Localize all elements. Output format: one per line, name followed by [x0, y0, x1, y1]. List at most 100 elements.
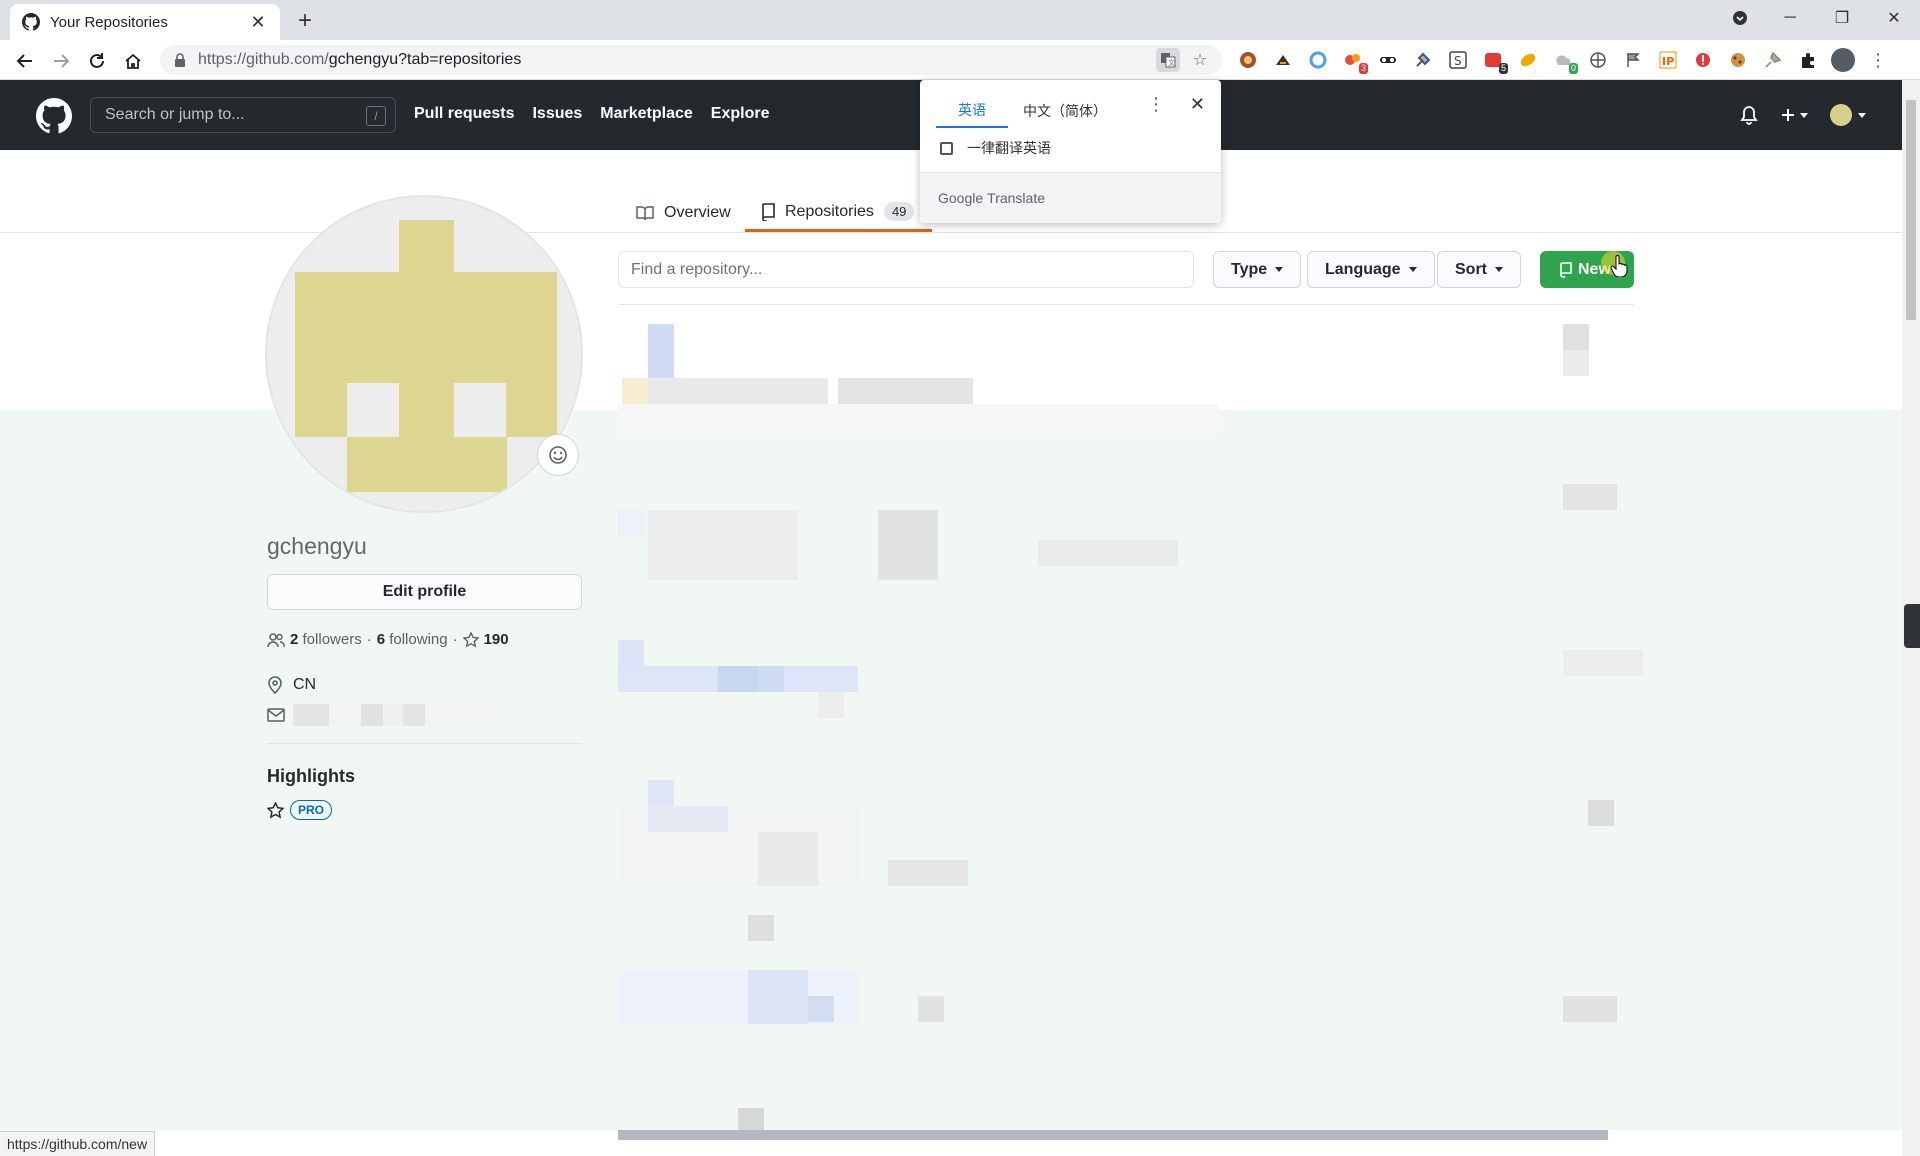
svg-text:文: 文	[1168, 58, 1175, 67]
extensions-puzzle-icon[interactable]	[1796, 48, 1820, 72]
always-translate-checkbox[interactable]	[940, 141, 953, 155]
extension-8-icon[interactable]: 5	[1481, 48, 1508, 74]
nav-marketplace[interactable]: Marketplace	[600, 105, 693, 123]
extension-3-icon[interactable]	[1306, 48, 1330, 72]
extension-11-icon[interactable]	[1586, 48, 1610, 72]
create-new-dropdown-icon[interactable]	[1780, 107, 1808, 123]
pro-highlight: PRO	[267, 800, 333, 820]
language-filter-dropdown[interactable]: Language	[1307, 251, 1435, 288]
always-translate-option[interactable]: 一律翻译英语	[940, 138, 1051, 158]
tab-title: Your Repositories	[50, 13, 168, 31]
stars-count[interactable]: 190	[484, 631, 509, 648]
window-close-icon[interactable]: ✕	[1868, 0, 1920, 36]
google-brand: Google	[938, 190, 984, 206]
url-text: https://github.com/gchengyu?tab=reposito…	[198, 51, 522, 68]
pro-badge: PRO	[290, 800, 333, 820]
set-status-button[interactable]	[537, 434, 579, 476]
restore-icon[interactable]: ❐	[1816, 0, 1868, 36]
sort-dropdown[interactable]: Sort	[1437, 251, 1521, 288]
chrome-profile-icon[interactable]	[1831, 48, 1855, 72]
tab-target-language[interactable]: 中文（简体）	[1010, 94, 1120, 128]
sidebar-divider	[267, 743, 582, 744]
browser-tab-strip: Your Repositories ✕ + ─ ❐ ✕	[0, 0, 1920, 40]
repo-icon	[1560, 261, 1572, 278]
extension-7-icon[interactable]: S	[1446, 48, 1470, 72]
reload-icon[interactable]	[84, 48, 110, 74]
tab-overview[interactable]: Overview	[636, 194, 731, 232]
back-icon[interactable]	[12, 48, 38, 74]
google-translate-footer: Google Translate	[920, 172, 1221, 223]
minimize-icon[interactable]: ─	[1764, 0, 1816, 36]
search-placeholder: Search or jump to...	[105, 106, 245, 123]
type-filter-dropdown[interactable]: Type	[1213, 251, 1302, 288]
extension-1-icon[interactable]	[1236, 48, 1260, 72]
translate-icon[interactable]: 文	[1156, 48, 1180, 72]
profile-username: gchengyu	[267, 533, 367, 559]
find-repository-input[interactable]: Find a repository...	[618, 251, 1194, 288]
hand-cursor-icon	[1610, 255, 1628, 277]
svg-text:IP: IP	[1662, 55, 1674, 68]
tab-repositories[interactable]: Repositories 49	[745, 194, 933, 232]
more-options-icon[interactable]: ⋮	[1147, 94, 1165, 115]
tab-close-icon[interactable]: ✕	[248, 12, 268, 32]
separator-dot: ·	[452, 631, 458, 648]
separator-dot: ·	[366, 631, 372, 648]
nav-pull-requests[interactable]: Pull requests	[414, 105, 514, 123]
extension-16-icon[interactable]	[1761, 48, 1785, 72]
nav-explore[interactable]: Explore	[711, 105, 770, 123]
forward-icon[interactable]	[48, 48, 74, 74]
user-menu[interactable]	[1830, 104, 1866, 126]
repo-list-divider	[618, 304, 1634, 305]
close-icon[interactable]: ✕	[1190, 94, 1205, 115]
language-filter-label: Language	[1325, 260, 1401, 278]
lock-icon	[175, 53, 185, 67]
location-text: CN	[293, 676, 317, 693]
mail-icon	[267, 708, 285, 722]
search-input[interactable]: Search or jump to... /	[90, 97, 396, 133]
extension-12-icon[interactable]	[1621, 48, 1645, 72]
extension-9-icon[interactable]	[1516, 48, 1540, 72]
side-panel-handle[interactable]	[1904, 604, 1920, 648]
svg-text:S: S	[1454, 54, 1462, 68]
nav-issues[interactable]: Issues	[532, 105, 582, 123]
extension-2-icon[interactable]	[1271, 48, 1295, 72]
tab-source-language[interactable]: 英语	[936, 94, 1008, 128]
chrome-menu-icon[interactable]: ⋮	[1866, 48, 1890, 72]
extension-6-icon[interactable]	[1411, 48, 1435, 72]
book-icon	[636, 206, 654, 221]
browser-tab[interactable]: Your Repositories ✕	[10, 4, 280, 40]
follow-stats: 2 followers · 6 following · 190	[267, 631, 509, 648]
link-status-bar: https://github.com/new	[0, 1131, 156, 1156]
highlights-heading: Highlights	[267, 766, 355, 786]
extension-15-icon[interactable]	[1726, 48, 1750, 72]
repo-icon	[762, 202, 775, 221]
edit-profile-button[interactable]: Edit profile	[267, 574, 582, 610]
repositories-count-badge: 49	[883, 202, 915, 221]
notifications-bell-icon[interactable]	[1740, 105, 1758, 125]
followers-link[interactable]: 2 followers	[290, 631, 362, 648]
following-link[interactable]: 6 following	[377, 631, 448, 648]
extension-10-icon[interactable]: 0	[1551, 48, 1578, 74]
search-shortcut-key: /	[366, 106, 386, 126]
extension-5-icon[interactable]	[1376, 48, 1400, 72]
extension-14-icon[interactable]	[1691, 48, 1715, 72]
location-pin-icon	[268, 676, 282, 694]
extensions-bar: 3 S 5 0 IP ⋮	[1236, 48, 1890, 74]
star-icon	[462, 631, 479, 648]
translate-brand: Translate	[987, 190, 1045, 206]
bookmark-star-icon[interactable]: ☆	[1188, 48, 1212, 72]
profile-avatar[interactable]	[265, 195, 583, 513]
extension-4-icon[interactable]: 3	[1341, 48, 1368, 74]
scrollbar-thumb[interactable]	[1906, 100, 1916, 320]
new-tab-icon[interactable]: +	[292, 7, 318, 34]
home-icon[interactable]	[120, 48, 146, 74]
extension-13-icon[interactable]: IP	[1656, 48, 1680, 72]
location: CN	[267, 676, 316, 694]
star-icon	[267, 801, 284, 819]
github-logo-icon[interactable]	[36, 98, 72, 134]
tab-search-icon[interactable]	[1714, 0, 1766, 36]
chevron-down-icon	[1408, 267, 1417, 272]
avatar	[1830, 104, 1852, 126]
address-bar[interactable]: https://github.com/gchengyu?tab=reposito…	[160, 45, 1222, 75]
email-redacted	[293, 704, 493, 726]
